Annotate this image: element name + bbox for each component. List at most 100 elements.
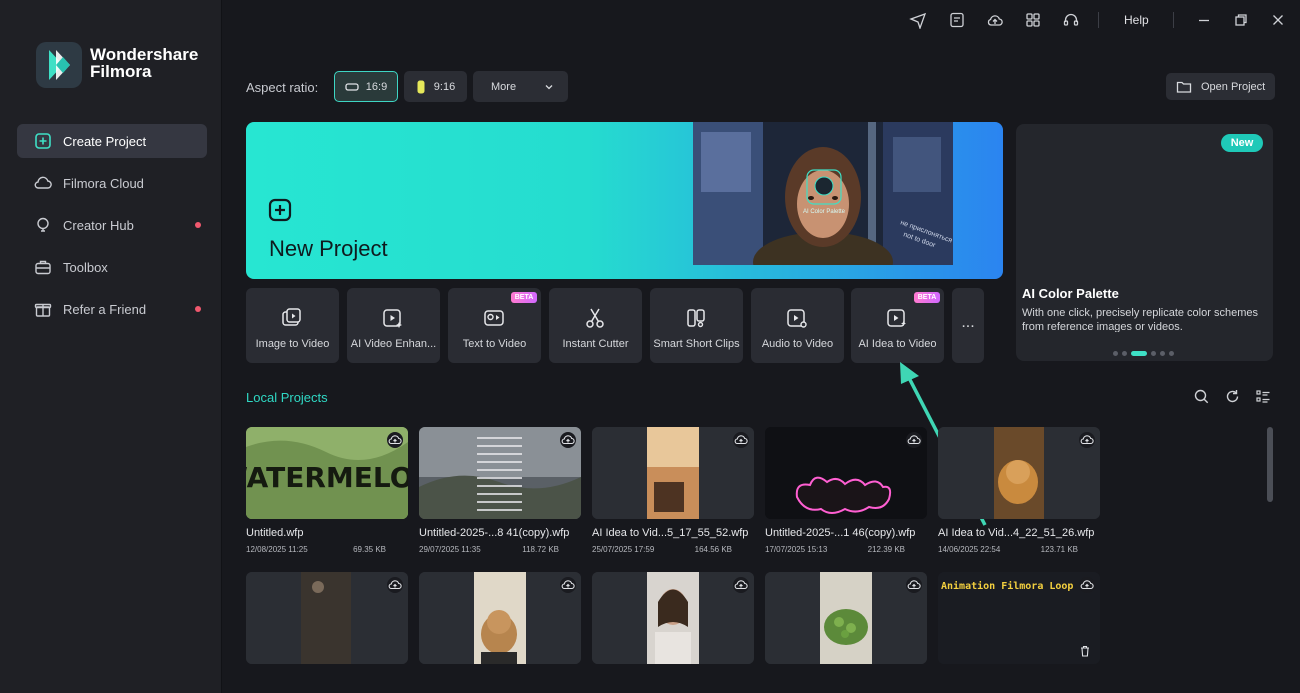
scrollbar-thumb[interactable]	[1267, 427, 1273, 502]
project-thumbnail	[419, 427, 581, 519]
open-project-button[interactable]: Open Project	[1166, 73, 1275, 100]
close-icon[interactable]	[1269, 11, 1287, 29]
project-card[interactable]: Untitled-2025-...1 46(copy).wfp 17/07/20…	[765, 427, 927, 562]
feedback-icon[interactable]	[948, 11, 966, 29]
tool-smart-short-clips[interactable]: Smart Short Clips	[650, 288, 743, 363]
project-card[interactable]: AI Idea to Vid...5_17_55_52.wfp 25/07/20…	[592, 427, 754, 562]
tool-audio-to-video[interactable]: Audio to Video	[751, 288, 844, 363]
project-date: 12/08/2025 11:25	[246, 545, 308, 554]
carousel-dot[interactable]	[1122, 351, 1127, 356]
headset-icon[interactable]	[1062, 11, 1080, 29]
cloud-upload-icon[interactable]	[986, 11, 1004, 29]
sidebar-item-create-project[interactable]: Create Project	[17, 124, 207, 158]
project-card[interactable]: Untitled-2025-...8 41(copy).wfp 29/07/20…	[419, 427, 581, 562]
banner-image: AI Color Palette не прислоняться not to …	[693, 122, 953, 265]
carousel-dot[interactable]	[1151, 351, 1156, 356]
more-aspect-dropdown[interactable]: More	[473, 71, 568, 102]
tool-ai-video-enhancer[interactable]: AI Video Enhan...	[347, 288, 440, 363]
project-thumbnail: Animation Filmora Loop 1	[938, 572, 1100, 664]
plus-square-icon	[268, 198, 292, 222]
new-project-banner[interactable]: New Project AI Color Palette не прислоня…	[246, 122, 1003, 279]
beta-badge: BETA	[511, 292, 537, 303]
more-label: More	[491, 80, 517, 93]
trash-icon[interactable]	[1078, 644, 1092, 658]
tool-label: AI Idea to Video	[858, 338, 937, 350]
aspect-option-label: 9:16	[433, 80, 456, 93]
project-card[interactable]	[246, 572, 408, 664]
sidebar-item-label: Toolbox	[63, 259, 108, 275]
sidebar-item-refer-a-friend[interactable]: Refer a Friend	[17, 292, 207, 326]
cloud-upload-icon[interactable]	[906, 432, 922, 448]
beta-badge: BETA	[914, 292, 940, 303]
notification-dot	[195, 306, 201, 312]
refresh-icon[interactable]	[1224, 388, 1241, 405]
carousel-dot-active[interactable]	[1131, 351, 1147, 356]
send-icon[interactable]	[909, 11, 927, 29]
promo-card[interactable]: New AI Color Palette With one click, pre…	[1016, 124, 1273, 361]
sidebar-item-filmora-cloud[interactable]: Filmora Cloud	[17, 166, 207, 200]
grid-icon[interactable]	[1024, 11, 1042, 29]
open-project-label: Open Project	[1201, 80, 1266, 93]
tool-label: Image to Video	[255, 338, 330, 350]
tool-label: Text to Video	[462, 338, 527, 350]
ai-video-enhancer-icon	[383, 309, 402, 328]
carousel-dot[interactable]	[1160, 351, 1165, 356]
tool-ai-idea-to-video[interactable]: BETA AI Idea to Video	[851, 288, 944, 363]
tool-instant-cutter[interactable]: Instant Cutter	[549, 288, 642, 363]
project-name: AI Idea to Vid...5_17_55_52.wfp	[592, 527, 749, 539]
chevron-down-icon	[545, 84, 553, 89]
carousel-dot[interactable]	[1169, 351, 1174, 356]
scissors-icon	[586, 308, 604, 328]
cloud-upload-icon[interactable]	[387, 432, 403, 448]
toolbar-divider	[1173, 12, 1174, 28]
cloud-upload-icon[interactable]	[1079, 577, 1095, 593]
tool-label: Audio to Video	[761, 338, 834, 350]
project-thumbnail	[765, 427, 927, 519]
tool-label: AI Video Enhan...	[350, 338, 437, 350]
cloud-upload-icon[interactable]	[560, 432, 576, 448]
toolbar-divider	[1098, 12, 1099, 28]
project-thumbnail	[419, 572, 581, 664]
cloud-upload-icon[interactable]	[560, 577, 576, 593]
project-card[interactable]	[765, 572, 927, 664]
minimize-icon[interactable]	[1195, 11, 1213, 29]
cloud-upload-icon[interactable]	[733, 577, 749, 593]
tool-text-to-video[interactable]: BETA Text to Video	[448, 288, 541, 363]
notification-dot	[195, 222, 201, 228]
sidebar-item-label: Create Project	[63, 133, 147, 149]
toolbox-icon	[35, 260, 51, 275]
project-card[interactable]	[592, 572, 754, 664]
project-card[interactable]: WATERMELON Untitled.wfp 12/08/2025 11:25…	[246, 427, 408, 562]
cloud-upload-icon[interactable]	[906, 577, 922, 593]
cloud-upload-icon[interactable]	[733, 432, 749, 448]
search-icon[interactable]	[1193, 388, 1210, 405]
help-button[interactable]: Help	[1124, 13, 1149, 27]
project-date: 17/07/2025 15:13	[765, 545, 828, 554]
carousel-dot[interactable]	[1113, 351, 1118, 356]
list-view-icon[interactable]	[1255, 388, 1272, 405]
project-size: 212.39 KB	[867, 545, 905, 554]
project-date: 14/06/2025 22:54	[938, 545, 1001, 554]
tool-label: Smart Short Clips	[653, 338, 740, 350]
project-card[interactable]: Animation Filmora Loop 1	[938, 572, 1100, 664]
project-card[interactable]: AI Idea to Vid...4_22_51_26.wfp 14/06/20…	[938, 427, 1100, 562]
more-tools-button[interactable]: ...	[952, 288, 984, 363]
sidebar-item-toolbox[interactable]: Toolbox	[17, 250, 207, 284]
aspect-16-9-button[interactable]: 16:9	[334, 71, 398, 102]
gift-icon	[34, 303, 52, 317]
folder-icon	[1176, 81, 1192, 93]
sidebar-item-label: Filmora Cloud	[63, 175, 144, 191]
aspect-option-label: 16:9	[365, 80, 388, 93]
brand-name: Wondershare Filmora	[90, 46, 198, 80]
ai-idea-to-video-icon	[887, 309, 906, 327]
cloud-upload-icon[interactable]	[387, 577, 403, 593]
project-card[interactable]	[419, 572, 581, 664]
restore-icon[interactable]	[1232, 11, 1250, 29]
filmora-logo-icon	[36, 42, 82, 88]
local-projects-title: Local Projects	[246, 390, 328, 405]
brand-line-2: Filmora	[90, 62, 152, 81]
aspect-9-16-button[interactable]: 9:16	[404, 71, 467, 102]
tool-image-to-video[interactable]: Image to Video	[246, 288, 339, 363]
sidebar-item-creator-hub[interactable]: Creator Hub	[17, 208, 207, 242]
cloud-upload-icon[interactable]	[1079, 432, 1095, 448]
